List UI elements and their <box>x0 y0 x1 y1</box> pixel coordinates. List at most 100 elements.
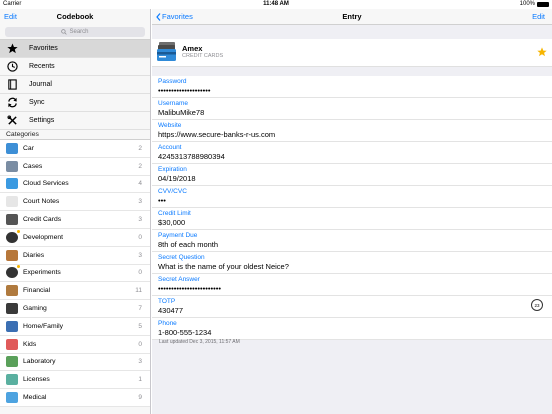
search-icon <box>61 29 68 35</box>
category-count: 0 <box>138 233 142 241</box>
category-count: 7 <box>138 305 142 313</box>
category-icon <box>6 303 18 315</box>
sidebar-item-label: Favorites <box>29 45 58 52</box>
notebook-icon <box>6 79 18 91</box>
category-count: 3 <box>138 216 142 224</box>
sidebar-category-home-family[interactable]: Home/Family 5 <box>0 317 150 336</box>
category-icon <box>6 320 18 332</box>
category-icon <box>6 196 18 208</box>
category-label: Cases <box>23 162 43 170</box>
field-value: https://www.secure-banks-r-us.com <box>158 130 276 139</box>
field-phone[interactable]: Phone 1-800-555-1234 <box>152 318 552 340</box>
sidebar-category-cloud-services[interactable]: Cloud Services 4 <box>0 175 150 194</box>
category-label: Credit Cards <box>23 216 62 224</box>
sidebar-item-journal[interactable]: Journal <box>0 76 150 94</box>
category-label: Laboratory <box>23 358 56 366</box>
field-username[interactable]: Username MalibuMike78 <box>152 98 552 120</box>
category-list: Car 2 Cases 2 Cloud Services 4 Court Notes 3 Cre… <box>0 140 150 407</box>
badge-dot-icon <box>17 229 20 233</box>
category-icon <box>6 285 18 297</box>
category-count: 2 <box>138 162 142 170</box>
entry-header: Amex CREDIT CARDS <box>152 39 552 67</box>
sidebar-category-laboratory[interactable]: Laboratory 3 <box>0 353 150 372</box>
sidebar-category-car[interactable]: Car 2 <box>0 140 150 158</box>
field-payment-due[interactable]: Payment Due 8th of each month <box>152 230 552 252</box>
field-value: 04/19/2018 <box>158 174 196 183</box>
field-credit-limit[interactable]: Credit Limit $30,000 <box>152 208 552 230</box>
category-label: Court Notes <box>23 198 60 206</box>
field-value: ••• <box>158 196 166 205</box>
sidebar-category-credit-cards[interactable]: Credit Cards 3 <box>0 211 150 229</box>
category-icon <box>6 249 18 261</box>
entry-edit-button[interactable]: Edit <box>532 12 545 21</box>
field-secret-question[interactable]: Secret Question What is the name of your … <box>152 252 552 274</box>
sidebar-item-favorites[interactable]: Favorites <box>0 40 150 58</box>
sidebar-category-kids[interactable]: Kids 0 <box>0 335 150 354</box>
sync-icon <box>6 97 18 109</box>
category-count: 1 <box>138 376 142 384</box>
status-time: 11:48 AM <box>263 1 289 7</box>
category-icon <box>6 392 18 404</box>
category-count: 9 <box>138 394 142 402</box>
category-label: Licenses <box>23 376 50 384</box>
category-count: 0 <box>138 340 142 348</box>
search-container: Search <box>0 25 150 40</box>
sidebar-item-label: Journal <box>29 81 52 88</box>
category-label: Cloud Services <box>23 180 69 188</box>
category-icon <box>6 142 18 154</box>
category-icon <box>6 214 18 226</box>
entry-name: Amex <box>182 44 203 53</box>
sidebar-category-development[interactable]: Development 0 <box>0 228 150 247</box>
category-label: Experiments <box>23 269 61 277</box>
sidebar-category-cases[interactable]: Cases 2 <box>0 157 150 176</box>
search-input[interactable]: Search <box>5 27 145 37</box>
favorite-star-icon[interactable] <box>537 47 547 57</box>
category-label: Financial <box>23 287 51 295</box>
field-value: •••••••••••••••••••••••• <box>158 284 222 293</box>
category-count: 11 <box>135 287 142 295</box>
sidebar-category-medical[interactable]: Medical 9 <box>0 389 150 407</box>
category-icon <box>6 265 20 279</box>
sidebar-category-court-notes[interactable]: Court Notes 3 <box>0 193 150 212</box>
sidebar-category-gaming[interactable]: Gaming 7 <box>0 300 150 318</box>
category-label: Home/Family <box>23 322 64 330</box>
entry-navbar: Favorites Entry Edit <box>152 9 552 25</box>
field-account[interactable]: Account 4245313788980394 <box>152 142 552 164</box>
field-website[interactable]: Website https://www.secure-banks-r-us.com <box>152 120 552 142</box>
category-count: 3 <box>138 251 142 259</box>
entry-category: CREDIT CARDS <box>182 53 224 59</box>
category-label: Diaries <box>23 251 45 259</box>
category-count: 2 <box>138 144 142 152</box>
field-label: Secret Answer <box>158 276 200 283</box>
category-icon <box>6 338 18 350</box>
battery-status: 100% <box>520 1 549 7</box>
field-value: 430477 <box>158 306 184 315</box>
sidebar-category-financial[interactable]: Financial 11 <box>0 282 150 301</box>
sidebar-item-settings[interactable]: Settings <box>0 112 150 130</box>
field-label: Payment Due <box>158 232 198 239</box>
sidebar-item-recents[interactable]: Recents <box>0 58 150 76</box>
field-cvv-cvc[interactable]: CVV/CVC ••• <box>152 186 552 208</box>
field-password[interactable]: Password •••••••••••••••••••• <box>152 76 552 98</box>
categories-header: Categories <box>0 130 150 140</box>
field-value: $30,000 <box>158 218 186 227</box>
category-icon <box>6 229 20 243</box>
page-title: Entry <box>342 12 362 21</box>
entry-fields: Password •••••••••••••••••••• Username Mali… <box>152 76 552 340</box>
field-label: CVV/CVC <box>158 188 187 195</box>
sidebar-item-sync[interactable]: Sync <box>0 94 150 112</box>
field-totp[interactable]: TOTP 430477 23 <box>152 296 552 318</box>
field-label: Account <box>158 144 182 151</box>
sidebar-category-licenses[interactable]: Licenses 1 <box>0 371 150 390</box>
field-label: Website <box>158 122 182 129</box>
field-label: Secret Question <box>158 254 205 261</box>
field-value: What is the name of your oldest Neice? <box>158 262 289 271</box>
sidebar-category-diaries[interactable]: Diaries 3 <box>0 246 150 265</box>
badge-dot-icon <box>17 265 20 269</box>
field-label: Credit Limit <box>158 210 191 217</box>
field-expiration[interactable]: Expiration 04/19/2018 <box>152 164 552 186</box>
sidebar-item-label: Recents <box>29 63 55 70</box>
sidebar-title: Codebook <box>56 12 94 21</box>
sidebar-category-experiments[interactable]: Experiments 0 <box>0 264 150 283</box>
field-secret-answer[interactable]: Secret Answer •••••••••••••••••••••••• <box>152 274 552 296</box>
